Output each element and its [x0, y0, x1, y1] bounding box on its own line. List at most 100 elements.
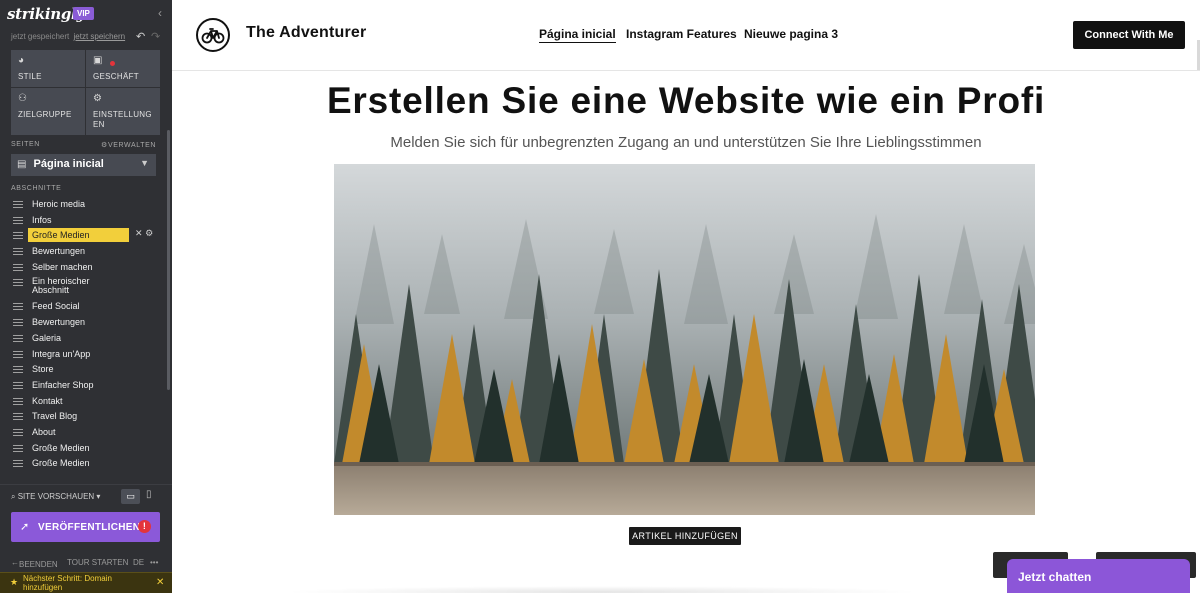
- more-icon[interactable]: •••: [150, 558, 158, 567]
- save-status: jetzt gespeichert jetzt speichern: [11, 32, 125, 41]
- section-item[interactable]: Feed Social: [11, 299, 161, 315]
- add-article-button[interactable]: ARTIKEL HINZUFÜGEN: [629, 527, 741, 545]
- section-item[interactable]: Travel Blog: [11, 409, 161, 425]
- publish-label: VERÖFFENTLICHEN: [38, 522, 141, 533]
- section-list: Heroic media Infos Große Medien ✕ ⚙ Bewer…: [11, 197, 161, 472]
- connect-button[interactable]: Connect With Me: [1073, 21, 1185, 49]
- editor-sidebar: strikingly VIP ‹ jetzt gespeichert jetzt…: [0, 0, 172, 593]
- nav-link-page3[interactable]: Nieuwe pagina 3: [744, 27, 838, 41]
- brand-name[interactable]: The Adventurer: [246, 24, 366, 42]
- site-preview: The Adventurer Página inicial Instagram …: [172, 0, 1200, 593]
- drag-handle-icon[interactable]: [13, 397, 23, 405]
- chat-button[interactable]: Jetzt chatten: [1007, 559, 1190, 593]
- drag-handle-icon[interactable]: [13, 279, 23, 287]
- desktop-view-icon[interactable]: ▭: [121, 489, 140, 504]
- section-label: Travel Blog: [32, 411, 78, 422]
- gear-icon: ⚙: [101, 142, 108, 149]
- save-now-link[interactable]: jetzt speichern: [74, 32, 126, 41]
- section-label: Bewertungen: [32, 317, 86, 328]
- section-item[interactable]: Bewertungen: [11, 315, 161, 331]
- section-label: Große Medien: [28, 228, 129, 243]
- section-item[interactable]: Galeria: [11, 331, 161, 347]
- forest-image[interactable]: [334, 164, 1035, 515]
- drag-handle-icon[interactable]: [13, 216, 23, 224]
- styles-label: STILE: [18, 72, 42, 81]
- drag-handle-icon[interactable]: [13, 201, 23, 208]
- close-icon[interactable]: ✕: [156, 577, 164, 588]
- people-icon: ⚇: [18, 93, 27, 104]
- section-label: Ein heroischer Abschnitt: [32, 276, 90, 296]
- section-item-active[interactable]: Große Medien ✕ ⚙: [11, 228, 161, 244]
- mobile-view-icon[interactable]: ▯: [146, 489, 152, 500]
- section-item[interactable]: Integra un'App: [11, 347, 161, 363]
- drag-handle-icon[interactable]: [13, 334, 23, 342]
- business-button[interactable]: ▣ GESCHÄFT: [86, 50, 160, 87]
- section-label: Heroic media: [32, 199, 86, 209]
- drag-handle-icon[interactable]: [13, 413, 23, 421]
- business-label: GESCHÄFT: [93, 72, 139, 81]
- styles-button[interactable]: ◕ STILE: [11, 50, 85, 87]
- hero-title: Erstellen Sie eine Website wie ein Profi: [326, 80, 1046, 121]
- editor-app: strikingly VIP ‹ jetzt gespeichert jetzt…: [0, 0, 1200, 593]
- start-tour-button[interactable]: TOUR STARTEN: [67, 558, 128, 567]
- close-icon[interactable]: ✕: [135, 228, 143, 238]
- section-item[interactable]: About: [11, 425, 161, 441]
- drag-handle-icon[interactable]: [13, 303, 23, 311]
- gear-icon[interactable]: ⚙: [145, 228, 153, 238]
- drag-handle-icon[interactable]: [13, 350, 23, 358]
- vip-badge: VIP: [73, 7, 94, 20]
- forest-illustration: [334, 164, 1035, 515]
- drag-handle-icon[interactable]: [13, 263, 23, 271]
- collapse-sidebar-icon[interactable]: ‹: [158, 6, 162, 20]
- section-item[interactable]: Kontakt: [11, 394, 161, 410]
- manage-pages-button[interactable]: ⚙VERWALTEN: [101, 141, 156, 149]
- undo-icon[interactable]: ↶: [136, 30, 145, 43]
- nav-link-home[interactable]: Página inicial: [539, 27, 616, 43]
- language-button[interactable]: DE: [133, 558, 144, 567]
- audience-label: ZIELGRUPPE: [18, 110, 72, 119]
- section-item[interactable]: Infos: [11, 213, 161, 229]
- section-item[interactable]: Bewertungen: [11, 244, 161, 260]
- document-icon: ▤: [17, 159, 27, 170]
- nav-link-instagram[interactable]: Instagram Features: [626, 27, 737, 41]
- section-item[interactable]: Heroic media: [11, 197, 161, 213]
- drag-handle-icon[interactable]: [13, 460, 23, 468]
- bicycle-glyph: [201, 28, 225, 44]
- section-item[interactable]: Große Medien: [11, 456, 161, 472]
- publish-button[interactable]: ➚ VERÖFFENTLICHEN !: [11, 512, 160, 542]
- rocket-icon: ➚: [20, 521, 30, 533]
- drag-handle-icon[interactable]: [13, 381, 23, 389]
- redo-icon[interactable]: ↷: [151, 30, 160, 43]
- sidebar-scrollbar[interactable]: [167, 130, 170, 390]
- drag-handle-icon[interactable]: [13, 366, 23, 374]
- bicycle-icon[interactable]: [196, 18, 230, 52]
- pages-header-label: SEITEN: [11, 141, 40, 148]
- section-item[interactable]: Einfacher Shop: [11, 378, 161, 394]
- exit-button[interactable]: ← BEENDEN: [11, 558, 58, 569]
- next-step-banner[interactable]: ★ Nächster Schritt: Domain hinzufügen ✕: [0, 572, 172, 593]
- audience-button[interactable]: ⚇ ZIELGRUPPE: [11, 88, 85, 135]
- sidebar-top-bar: strikingly VIP ‹: [0, 0, 172, 28]
- settings-button[interactable]: ⚙ EINSTELLUNG EN: [86, 88, 160, 135]
- drag-handle-icon[interactable]: [13, 444, 23, 452]
- section-item[interactable]: Selber machen: [11, 260, 161, 276]
- drag-handle-icon[interactable]: [13, 428, 23, 436]
- section-label: Große Medien: [32, 458, 90, 469]
- drag-handle-icon[interactable]: [13, 248, 23, 256]
- drag-handle-icon[interactable]: [13, 232, 23, 240]
- settings-label: EINSTELLUNG EN: [93, 110, 152, 129]
- section-label: Bewertungen: [32, 246, 86, 257]
- preview-row: ⌕ SITE VORSCHAUEN ▾ ▭ ▯: [0, 484, 172, 506]
- section-item[interactable]: Ein heroischer Abschnitt: [11, 275, 161, 299]
- section-label: Galeria: [32, 332, 62, 343]
- site-preview-button[interactable]: ⌕ SITE VORSCHAUEN ▾: [11, 492, 100, 502]
- drag-handle-icon[interactable]: [13, 319, 23, 327]
- page-selector[interactable]: ▤ Página inicial ▼: [11, 154, 156, 176]
- hero-subtitle: Melden Sie sich für unbegrenzten Zugang …: [390, 134, 982, 151]
- section-label: Store: [32, 364, 54, 375]
- site-header: The Adventurer Página inicial Instagram …: [172, 0, 1200, 71]
- section-item[interactable]: Große Medien: [11, 441, 161, 457]
- section-item[interactable]: Store: [11, 362, 161, 378]
- alert-icon: !: [138, 520, 151, 533]
- next-step-text: Nächster Schritt: Domain hinzufügen: [23, 574, 112, 592]
